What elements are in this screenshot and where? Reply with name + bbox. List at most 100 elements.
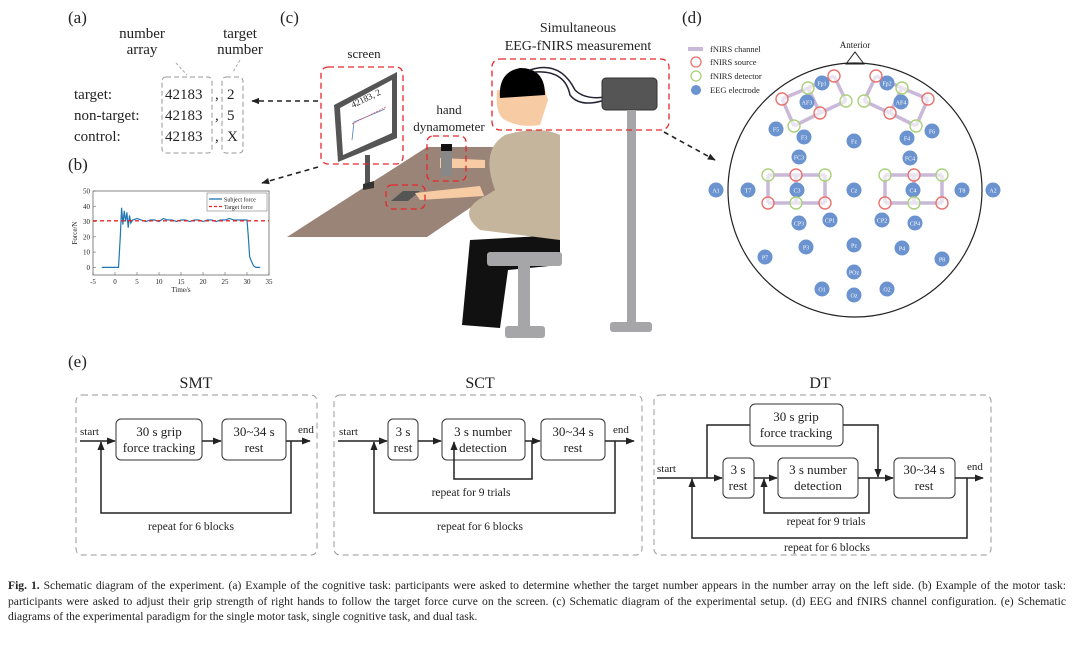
electrode-label: O1: [818, 287, 825, 293]
sct-title: SCT: [465, 375, 495, 392]
fnirs-detector: [801, 81, 815, 95]
electrode-label: FC3: [794, 155, 804, 161]
panel-label: (e): [68, 352, 87, 371]
inner-loop-label: repeat for 9 trials: [787, 516, 866, 528]
electrode-label: POz: [849, 270, 860, 276]
electrode-label: Fz: [851, 139, 857, 145]
electrode-label: O2: [883, 287, 890, 293]
box-text: 30~34 s: [903, 462, 944, 477]
eeg-electrode-t8: T8: [954, 182, 970, 198]
eeg-electrode-a2: A2: [985, 182, 1001, 198]
box-text: detection: [459, 440, 507, 455]
end-label: end: [298, 424, 314, 436]
start-label: start: [657, 463, 676, 475]
legend-fnirs-source: fNIRS source: [710, 57, 757, 67]
electrode-label: CP1: [825, 218, 835, 224]
electrode-label: F4: [904, 136, 910, 142]
electrode-label: Cz: [851, 188, 858, 194]
row-array: 42183: [165, 129, 203, 145]
panel-b: (b) -5 0 5 10 15 20 25 30 35 0 10 20 30 40 50 Time/s For…: [68, 155, 319, 295]
electrode-label: P4: [899, 246, 905, 252]
eeg-electrode-poz: POz: [846, 264, 862, 280]
screen-label: screen: [347, 46, 381, 61]
row-target: 2: [227, 87, 235, 103]
force-chart: -5 0 5 10 15 20 25 30 35 0 10 20 30 40 50 Time/s Force/N…: [71, 188, 273, 295]
panel-label: (c): [280, 8, 299, 27]
x-tick-label: 10: [156, 278, 164, 286]
eeg-electrode-o1: O1: [814, 281, 830, 297]
fnirs-detector: [787, 119, 801, 133]
y-tick-label: 10: [83, 249, 91, 257]
eeg-electrode-fz: Fz: [846, 133, 862, 149]
number-array-header-2: array: [127, 42, 158, 58]
x-tick-label: 30: [244, 278, 252, 286]
fnirs-source: [869, 69, 883, 83]
row-label: target:: [74, 87, 112, 103]
y-axis-label: Force/N: [71, 222, 79, 245]
electrode-label: C3: [793, 188, 800, 194]
electrode-label: AF4: [896, 100, 907, 106]
x-axis-label: Time/s: [171, 286, 190, 294]
electrode-label: CP2: [877, 218, 887, 224]
box-text: 3 s: [731, 462, 746, 477]
fnirs-detector: [907, 196, 921, 210]
screen-to-b-arrow: [261, 166, 319, 185]
electrode-label: P7: [762, 255, 768, 261]
target-number-header: target: [223, 26, 258, 42]
eeg-electrode-cp2: CP2: [874, 212, 890, 228]
eeg-electrode-cp1: CP1: [822, 212, 838, 228]
eeg-electrode-f5: F5: [768, 121, 784, 137]
row-target: X: [227, 129, 238, 145]
box-text: 3 s number: [454, 424, 512, 439]
fnirs-source: [883, 106, 897, 120]
x-tick-label: 25: [222, 278, 230, 286]
fnirs-detector: [909, 119, 923, 133]
box-text: 3 s number: [789, 462, 847, 477]
smt-title: SMT: [180, 375, 213, 392]
fnirs-source: [878, 196, 892, 210]
eeg-electrode-pz: Pz: [846, 237, 862, 253]
eeg-electrode-c3: C3: [789, 182, 805, 198]
box-text: 30 s grip: [773, 409, 819, 424]
electrode-label: P8: [939, 257, 945, 263]
fnirs-detector: [935, 168, 949, 182]
electrode-label: T8: [959, 188, 966, 194]
x-tick-label: 35: [266, 278, 274, 286]
start-label: start: [80, 426, 99, 438]
fnirs-source: [827, 69, 841, 83]
electrode-label: A1: [712, 188, 719, 194]
electrode-label: F6: [929, 129, 935, 135]
row-sep: ,: [215, 87, 219, 103]
x-tick-label: -5: [90, 278, 96, 286]
legend-fnirs-detector: fNIRS detector: [710, 71, 762, 81]
fnirs-detector: [857, 94, 871, 108]
eeg-electrode-cp3: CP3: [791, 215, 807, 231]
box-text: rest: [729, 478, 748, 493]
box-text: rest: [245, 440, 264, 455]
eeg-electrode-cp4: CP4: [907, 215, 923, 231]
electrode-label: P3: [803, 245, 809, 251]
anterior-label: Anterior: [840, 40, 871, 50]
box-text: detection: [794, 478, 842, 493]
fnirs-detector: [818, 168, 832, 182]
number-array-header: number: [119, 26, 165, 42]
box-text: 30~34 s: [233, 424, 274, 439]
eeg-electrode-cz: Cz: [846, 182, 862, 198]
electrode-label: Fp1: [817, 81, 826, 87]
caption-prefix: Fig. 1.: [8, 579, 40, 592]
eeg-amplifier: [601, 77, 658, 111]
legend-eeg-electrode: EEG electrode: [710, 85, 760, 95]
electrode-label: F5: [773, 127, 779, 133]
fnirs-detector: [878, 168, 892, 182]
x-tick-label: 20: [200, 278, 208, 286]
panel-label: (d): [682, 8, 702, 27]
electrode-label: AF3: [802, 100, 813, 106]
fnirs-source: [935, 196, 949, 210]
box-text: 3 s: [396, 424, 411, 439]
electrode-label: FC4: [905, 156, 915, 162]
electrode-label: F3: [801, 135, 807, 141]
row-target: 5: [227, 108, 235, 124]
panel-d: (d) Anterior fNIRS channel fNIRS source …: [682, 8, 1001, 318]
eeg-electrode-af3: AF3: [799, 94, 815, 110]
figure: (a) number array target number target: 4…: [68, 8, 1001, 556]
